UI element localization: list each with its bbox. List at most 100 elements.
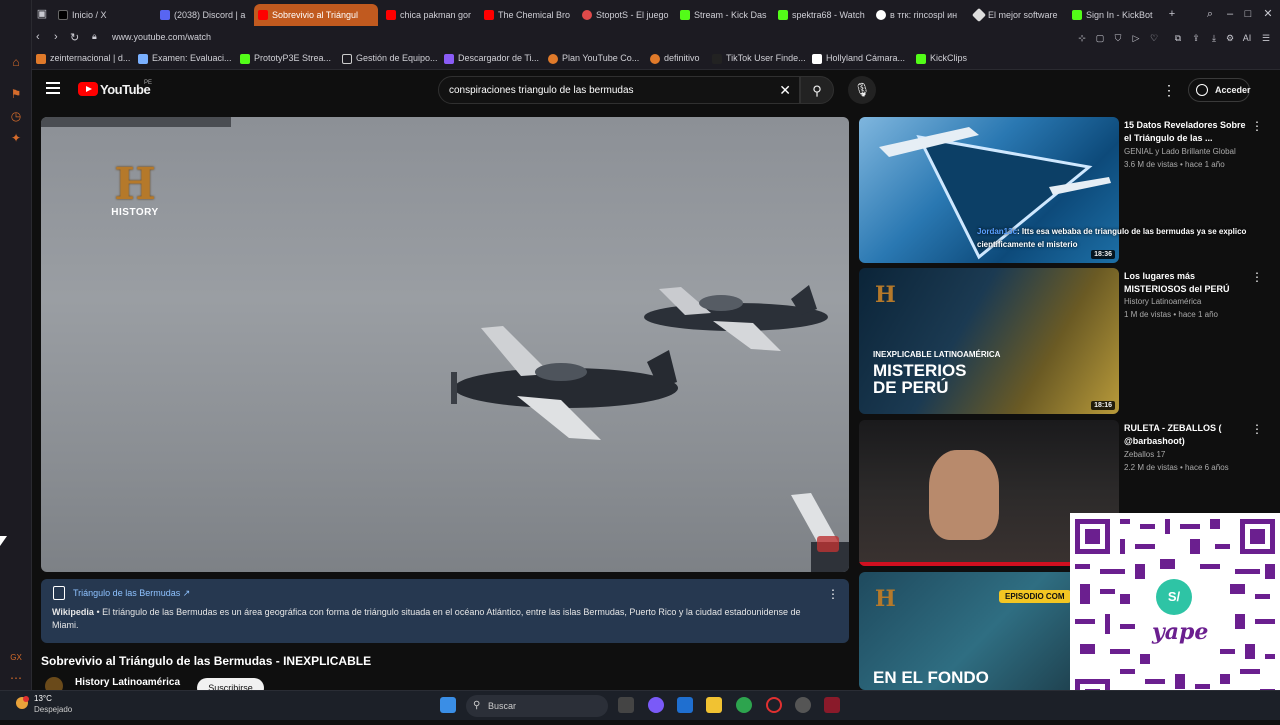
voice-search-button[interactable]: 🎙︎ bbox=[848, 76, 876, 104]
bookmark-icon[interactable]: ⚑ bbox=[8, 86, 24, 102]
tab-6[interactable]: Stream - Kick Das bbox=[676, 4, 770, 26]
puzzle-icon[interactable]: ⧉ bbox=[1172, 32, 1184, 44]
history-logo-text: HISTORY bbox=[111, 207, 159, 218]
windows-start-icon[interactable] bbox=[440, 697, 456, 713]
taskbar-search[interactable]: ⚲ Buscar bbox=[466, 695, 608, 717]
tab-2[interactable]: Sobrevivio al Triángul bbox=[254, 4, 378, 26]
forward-icon[interactable]: › bbox=[54, 31, 58, 43]
minimize-icon[interactable]: – bbox=[1224, 8, 1236, 20]
search-input[interactable]: conspiraciones triangulo de las bermudas bbox=[449, 85, 634, 96]
history-logo-letter: H bbox=[114, 159, 156, 210]
home-icon[interactable]: ⌂ bbox=[8, 54, 24, 70]
video-title[interactable]: RULETA - ZEBALLOS ( @barbashoot) bbox=[1124, 422, 1249, 448]
more-options-icon[interactable]: ⋮ bbox=[1251, 119, 1263, 133]
heart-icon[interactable]: ♡ bbox=[1148, 32, 1160, 44]
pin-icon[interactable]: ⊹ bbox=[1076, 32, 1088, 44]
bookmark-label: Examen: Evaluaci... bbox=[152, 53, 232, 63]
tab-10[interactable]: Sign In - KickBot bbox=[1068, 4, 1162, 26]
clear-search-icon[interactable]: ✕ bbox=[779, 82, 791, 99]
workspaces-icon[interactable]: ▣ bbox=[36, 8, 48, 20]
more-options-icon[interactable]: ⋮ bbox=[1251, 422, 1263, 436]
bookmark-label: Hollyland Cámara... bbox=[826, 53, 906, 63]
tab-4[interactable]: The Chemical Bro bbox=[480, 4, 574, 26]
info-source: Wikipedia bbox=[52, 607, 94, 617]
search-button[interactable]: ⚲ bbox=[800, 76, 834, 104]
history-icon[interactable]: ◷ bbox=[8, 108, 24, 124]
bookmark-item[interactable]: Plan YouTube Co... bbox=[548, 53, 639, 64]
airplane-image bbox=[791, 493, 849, 572]
new-tab-icon[interactable]: + bbox=[1166, 8, 1178, 20]
tiktok-icon bbox=[876, 10, 886, 20]
weather-icon[interactable] bbox=[14, 695, 30, 711]
bookmark-item[interactable]: Examen: Evaluaci... bbox=[138, 53, 232, 64]
url-text[interactable]: www.youtube.com/watch bbox=[112, 32, 211, 42]
obs-icon[interactable] bbox=[795, 697, 811, 713]
channel-name[interactable]: Zeballos 17 bbox=[1124, 450, 1165, 459]
youtube-logo-text[interactable]: YouTube bbox=[100, 82, 151, 97]
app-icon[interactable] bbox=[824, 697, 840, 713]
back-icon[interactable]: ‹ bbox=[36, 31, 40, 43]
opera-gx-icon[interactable] bbox=[766, 697, 782, 713]
bookmark-item[interactable]: Hollyland Cámara... bbox=[812, 53, 906, 64]
tab-8[interactable]: в тгк: rincospl ин bbox=[872, 4, 966, 26]
tab-label: StopotS - El juego bbox=[596, 10, 669, 20]
menu-icon[interactable]: ☰ bbox=[1260, 32, 1272, 44]
task-view-icon[interactable] bbox=[618, 697, 634, 713]
tab-1[interactable]: (2038) Discord | a bbox=[156, 4, 250, 26]
tab-0[interactable]: Inicio / X bbox=[54, 4, 154, 26]
search-tabs-icon[interactable]: ⌕ bbox=[1204, 8, 1216, 20]
video-thumbnail[interactable]: H INEXPLICABLE LATINOAMÉRICA MISTERIOS D… bbox=[859, 268, 1119, 414]
ai-icon[interactable]: AI bbox=[1240, 32, 1254, 44]
tab-5[interactable]: StopotS - El juego bbox=[578, 4, 672, 26]
maximize-icon[interactable]: □ bbox=[1242, 8, 1254, 20]
tab-9[interactable]: El mejor software bbox=[970, 4, 1064, 26]
channel-name[interactable]: GENIAL y Lado Brillante Global bbox=[1124, 147, 1236, 156]
channel-name[interactable]: History Latinoamérica bbox=[1124, 297, 1201, 306]
reload-icon[interactable]: ↻ bbox=[70, 31, 79, 44]
video-meta: 2.2 M de vistas • hace 6 años bbox=[1124, 463, 1229, 472]
youtube-logo-icon[interactable] bbox=[78, 82, 98, 96]
recommended-video[interactable]: H INEXPLICABLE LATINOAMÉRICA MISTERIOS D… bbox=[859, 268, 1269, 416]
more-icon[interactable]: ⋯ bbox=[8, 670, 24, 686]
close-window-icon[interactable]: ✕ bbox=[1262, 8, 1274, 20]
file-explorer-icon[interactable] bbox=[706, 697, 722, 713]
video-title[interactable]: Los lugares más MISTERIOSOS del PERÚ bbox=[1124, 270, 1249, 296]
hamburger-menu-icon[interactable] bbox=[46, 82, 60, 94]
share-icon[interactable]: ⇪ bbox=[1190, 32, 1202, 44]
copilot-icon[interactable] bbox=[648, 697, 664, 713]
info-panel-title[interactable]: Triángulo de las Bermudas ↗ bbox=[73, 588, 190, 599]
tab-3[interactable]: chica pakman gor bbox=[382, 4, 476, 26]
video-title[interactable]: 15 Datos Reveladores Sobre el Triángulo … bbox=[1124, 119, 1249, 145]
chrome-icon[interactable] bbox=[736, 697, 752, 713]
tab-7[interactable]: spektra68 - Watch bbox=[774, 4, 868, 26]
bookmark-item[interactable]: PrototyP3E Strea... bbox=[240, 53, 331, 64]
thumbnail-tag: EPISODIO COM bbox=[999, 590, 1071, 603]
bookmark-item[interactable]: zeinternacional | d... bbox=[36, 53, 131, 64]
search-box[interactable]: conspiraciones triangulo de las bermudas… bbox=[438, 76, 800, 104]
settings-icon[interactable]: ⚙ bbox=[1224, 32, 1236, 44]
kick-icon bbox=[1072, 10, 1082, 20]
kick-icon bbox=[240, 54, 250, 64]
channel-name[interactable]: History Latinoamérica bbox=[75, 677, 180, 688]
sign-in-button[interactable]: Acceder bbox=[1188, 78, 1251, 102]
soles-badge: S/ bbox=[1156, 579, 1192, 615]
play-icon[interactable]: ▷ bbox=[1130, 32, 1142, 44]
video-player[interactable]: H HISTORY bbox=[41, 117, 849, 572]
shield-icon[interactable]: ⛉ bbox=[1112, 32, 1124, 44]
more-options-icon[interactable]: ⋮ bbox=[827, 587, 839, 601]
bookmark-item[interactable]: Descargador de Ti... bbox=[444, 53, 539, 64]
video-title: Sobrevivio al Triángulo de las Bermudas … bbox=[41, 654, 372, 668]
bookmark-item[interactable]: TikTok User Finde... bbox=[712, 53, 806, 64]
bookmark-item[interactable]: definitivo bbox=[650, 53, 700, 64]
bookmark-item[interactable]: KickClips bbox=[916, 53, 967, 64]
more-options-icon[interactable]: ⋮ bbox=[1251, 270, 1263, 284]
temperature: 13°C bbox=[34, 694, 52, 703]
bookmark-label: zeinternacional | d... bbox=[50, 53, 131, 63]
store-icon[interactable] bbox=[677, 697, 693, 713]
download-icon[interactable]: ⤓ bbox=[1208, 32, 1220, 44]
extensions-icon[interactable]: ✦ bbox=[8, 130, 24, 146]
bookmark-item[interactable]: Gestión de Equipo... bbox=[342, 53, 438, 64]
gx-icon[interactable]: GX bbox=[8, 650, 24, 666]
more-options-icon[interactable]: ⋮ bbox=[1162, 82, 1176, 99]
snapshot-icon[interactable]: ▢ bbox=[1094, 32, 1106, 44]
